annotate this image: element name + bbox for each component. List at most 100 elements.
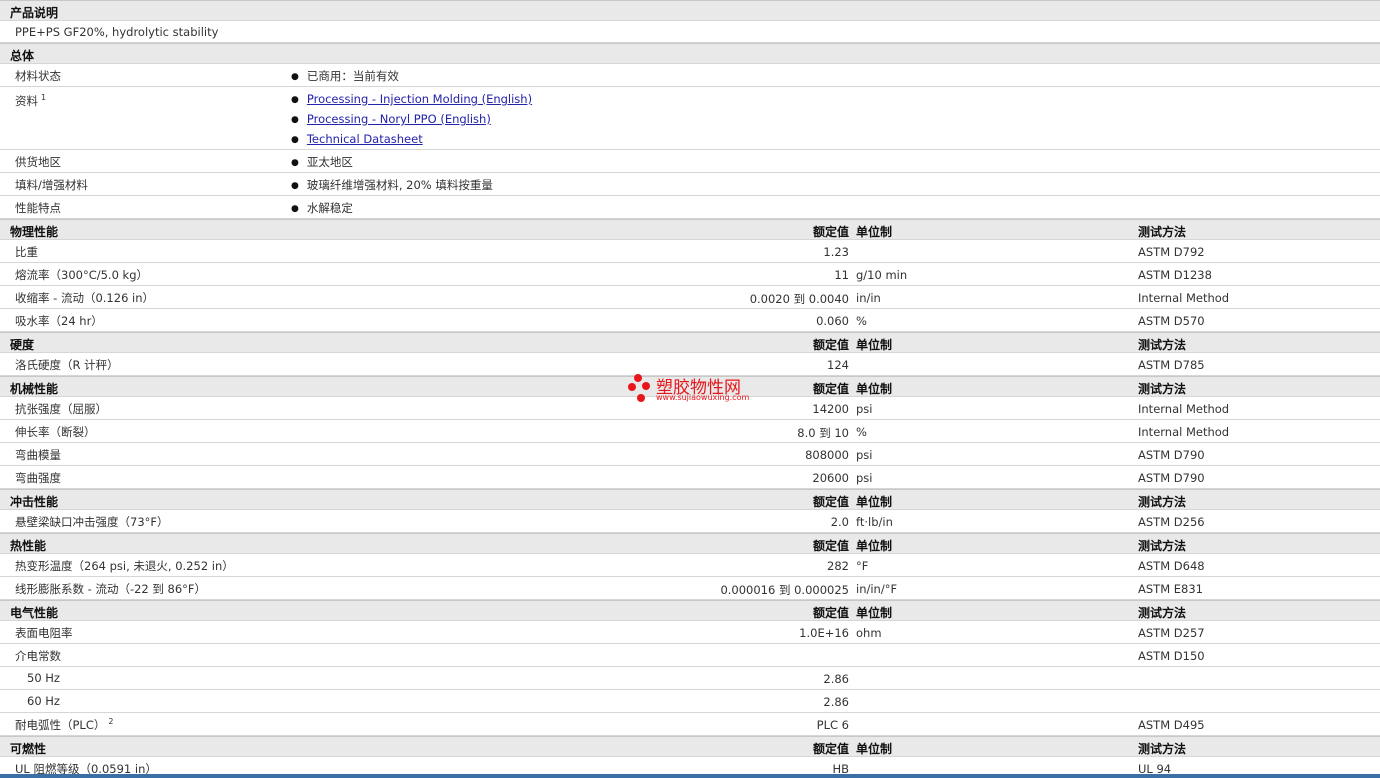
property-value: 124 [827,358,849,372]
property-unit: % [856,314,867,328]
col-header-test: 测试方法 [1138,225,1187,239]
property-value: 11 [834,268,849,282]
property-name: 伸长率（断裂） [15,425,96,439]
section-header-general: 总体 [0,43,1380,64]
property-unit: °F [856,559,869,573]
property-name: 洛氏硬度（R 计秤） [15,358,119,372]
property-value: PLC 6 [816,718,849,732]
logo-dot-icon [642,382,650,390]
col-header-unit: 单位制 [856,338,893,352]
watermark-url: www.sujiaowuxing.com [656,393,750,402]
property-unit: psi [856,448,873,462]
property-test: ASTM D785 [1138,358,1205,372]
property-unit: in/in [856,291,881,305]
property-test: ASTM D495 [1138,718,1205,732]
description-row: PPE+PS GF20%, hydrolytic stability [0,21,1380,43]
property-unit: psi [856,402,873,416]
docs-footnote: 1 [41,93,47,103]
property-value: 0.060 [816,314,849,328]
doc-link-technical-datasheet[interactable]: Technical Datasheet [307,132,423,146]
property-unit: % [856,425,867,439]
section-header-thermal: 热性能 额定值 单位制 测试方法 [0,533,1380,554]
property-row: 悬壁梁缺口冲击强度（73°F） 2.0 ft·lb/in ASTM D256 [0,510,1380,533]
property-unit: psi [856,471,873,485]
feature-label: 性能特点 [15,201,61,215]
logo-dot-icon [637,394,645,402]
col-header-value: 额定值 [812,225,849,239]
status-label: 材料状态 [15,69,61,83]
bottom-edge-bar [0,774,1380,778]
doc-link-injection-molding[interactable]: Processing - Injection Molding (English) [307,92,532,106]
col-header-test: 测试方法 [1138,539,1187,553]
property-name: 悬壁梁缺口冲击强度（73°F） [15,515,169,529]
section-title: 可燃性 [10,742,47,756]
property-row: 热变形温度（264 psi, 未退火, 0.252 in） 282 °F AST… [0,554,1380,577]
col-header-unit: 单位制 [856,606,893,620]
property-name: 介电常数 [15,649,61,663]
section-header-impact: 冲击性能 额定值 单位制 测试方法 [0,489,1380,510]
property-test: ASTM D648 [1138,559,1205,573]
region-label: 供货地区 [15,155,61,169]
property-value: 1.0E+16 [799,626,849,640]
filler-row: 填料/增强材料 玻璃纤维增强材料, 20% 填料按重量 [0,173,1380,196]
property-unit: ohm [856,626,882,640]
col-header-value: 额定值 [812,606,849,620]
doc-item: Processing - Injection Molding (English) [291,92,532,106]
section-header-physical: 物理性能 额定值 单位制 测试方法 [0,219,1380,240]
property-name-wrap: 耐电弧性（PLC） 2 [15,717,113,733]
section-header-flammability: 可燃性 额定值 单位制 测试方法 [0,736,1380,757]
property-test: Internal Method [1138,402,1230,416]
filler-value: 玻璃纤维增强材料, 20% 填料按重量 [291,177,493,193]
col-header-unit: 单位制 [856,225,893,239]
property-row: 吸水率（24 hr） 0.060 % ASTM D570 [0,309,1380,332]
property-subrow: 60 Hz 2.86 [0,690,1380,713]
property-test: ASTM D256 [1138,515,1205,529]
property-name: 吸水率（24 hr） [15,314,103,328]
docs-label: 资料 [15,94,38,108]
property-row: 收缩率 - 流动（0.126 in） 0.0020 到 0.0040 in/in… [0,286,1380,309]
col-header-test: 测试方法 [1138,495,1187,509]
section-title: 电气性能 [10,606,59,620]
status-row: 材料状态 已商用：当前有效 [0,64,1380,87]
property-value: 2.0 [830,515,849,529]
arc-footnote: 2 [108,717,114,727]
col-header-test: 测试方法 [1138,382,1187,396]
section-header-hardness: 硬度 额定值 单位制 测试方法 [0,332,1380,353]
property-test: ASTM D257 [1138,626,1205,640]
property-row: 线形膨胀系数 - 流动（-22 到 86°F） 0.000016 到 0.000… [0,577,1380,600]
status-value: 已商用：当前有效 [291,68,399,84]
property-name: 比重 [15,245,38,259]
property-value: 808000 [805,448,849,462]
col-header-unit: 单位制 [856,495,893,509]
property-value: 0.000016 到 0.000025 [720,583,849,597]
col-header-value: 额定值 [812,495,849,509]
logo-dot-icon [634,374,642,382]
property-test: ASTM D792 [1138,245,1205,259]
property-value: 8.0 到 10 [797,426,849,440]
doc-item: Technical Datasheet [291,132,423,146]
property-subrow: 50 Hz 2.86 [0,667,1380,690]
property-value: 1.23 [823,245,849,259]
property-value: 282 [827,559,849,573]
property-name: 线形膨胀系数 - 流动（-22 到 86°F） [15,582,207,596]
property-row: 弯曲模量 808000 psi ASTM D790 [0,443,1380,466]
property-row: 弯曲强度 20600 psi ASTM D790 [0,466,1380,489]
col-header-test: 测试方法 [1138,742,1187,756]
property-name: 弯曲模量 [15,448,61,462]
doc-link-noryl-ppo[interactable]: Processing - Noryl PPO (English) [307,112,491,126]
property-value: 20600 [812,471,849,485]
property-name: 弯曲强度 [15,471,61,485]
property-name: 50 Hz [27,671,60,685]
property-row: 熔流率（300°C/5.0 kg） 11 g/10 min ASTM D1238 [0,263,1380,286]
property-name: 热变形温度（264 psi, 未退火, 0.252 in） [15,559,234,573]
property-name: 熔流率（300°C/5.0 kg） [15,268,149,282]
property-row: 耐电弧性（PLC） 2 PLC 6 ASTM D495 [0,713,1380,736]
col-header-unit: 单位制 [856,742,893,756]
description-text: PPE+PS GF20%, hydrolytic stability [15,25,219,39]
section-title: 总体 [10,49,35,63]
property-value: 2.86 [823,672,849,686]
property-test: Internal Method [1138,425,1230,439]
section-title: 硬度 [10,338,35,352]
docs-label-wrap: 资料 1 [15,93,46,109]
doc-item: Processing - Noryl PPO (English) [291,112,491,126]
